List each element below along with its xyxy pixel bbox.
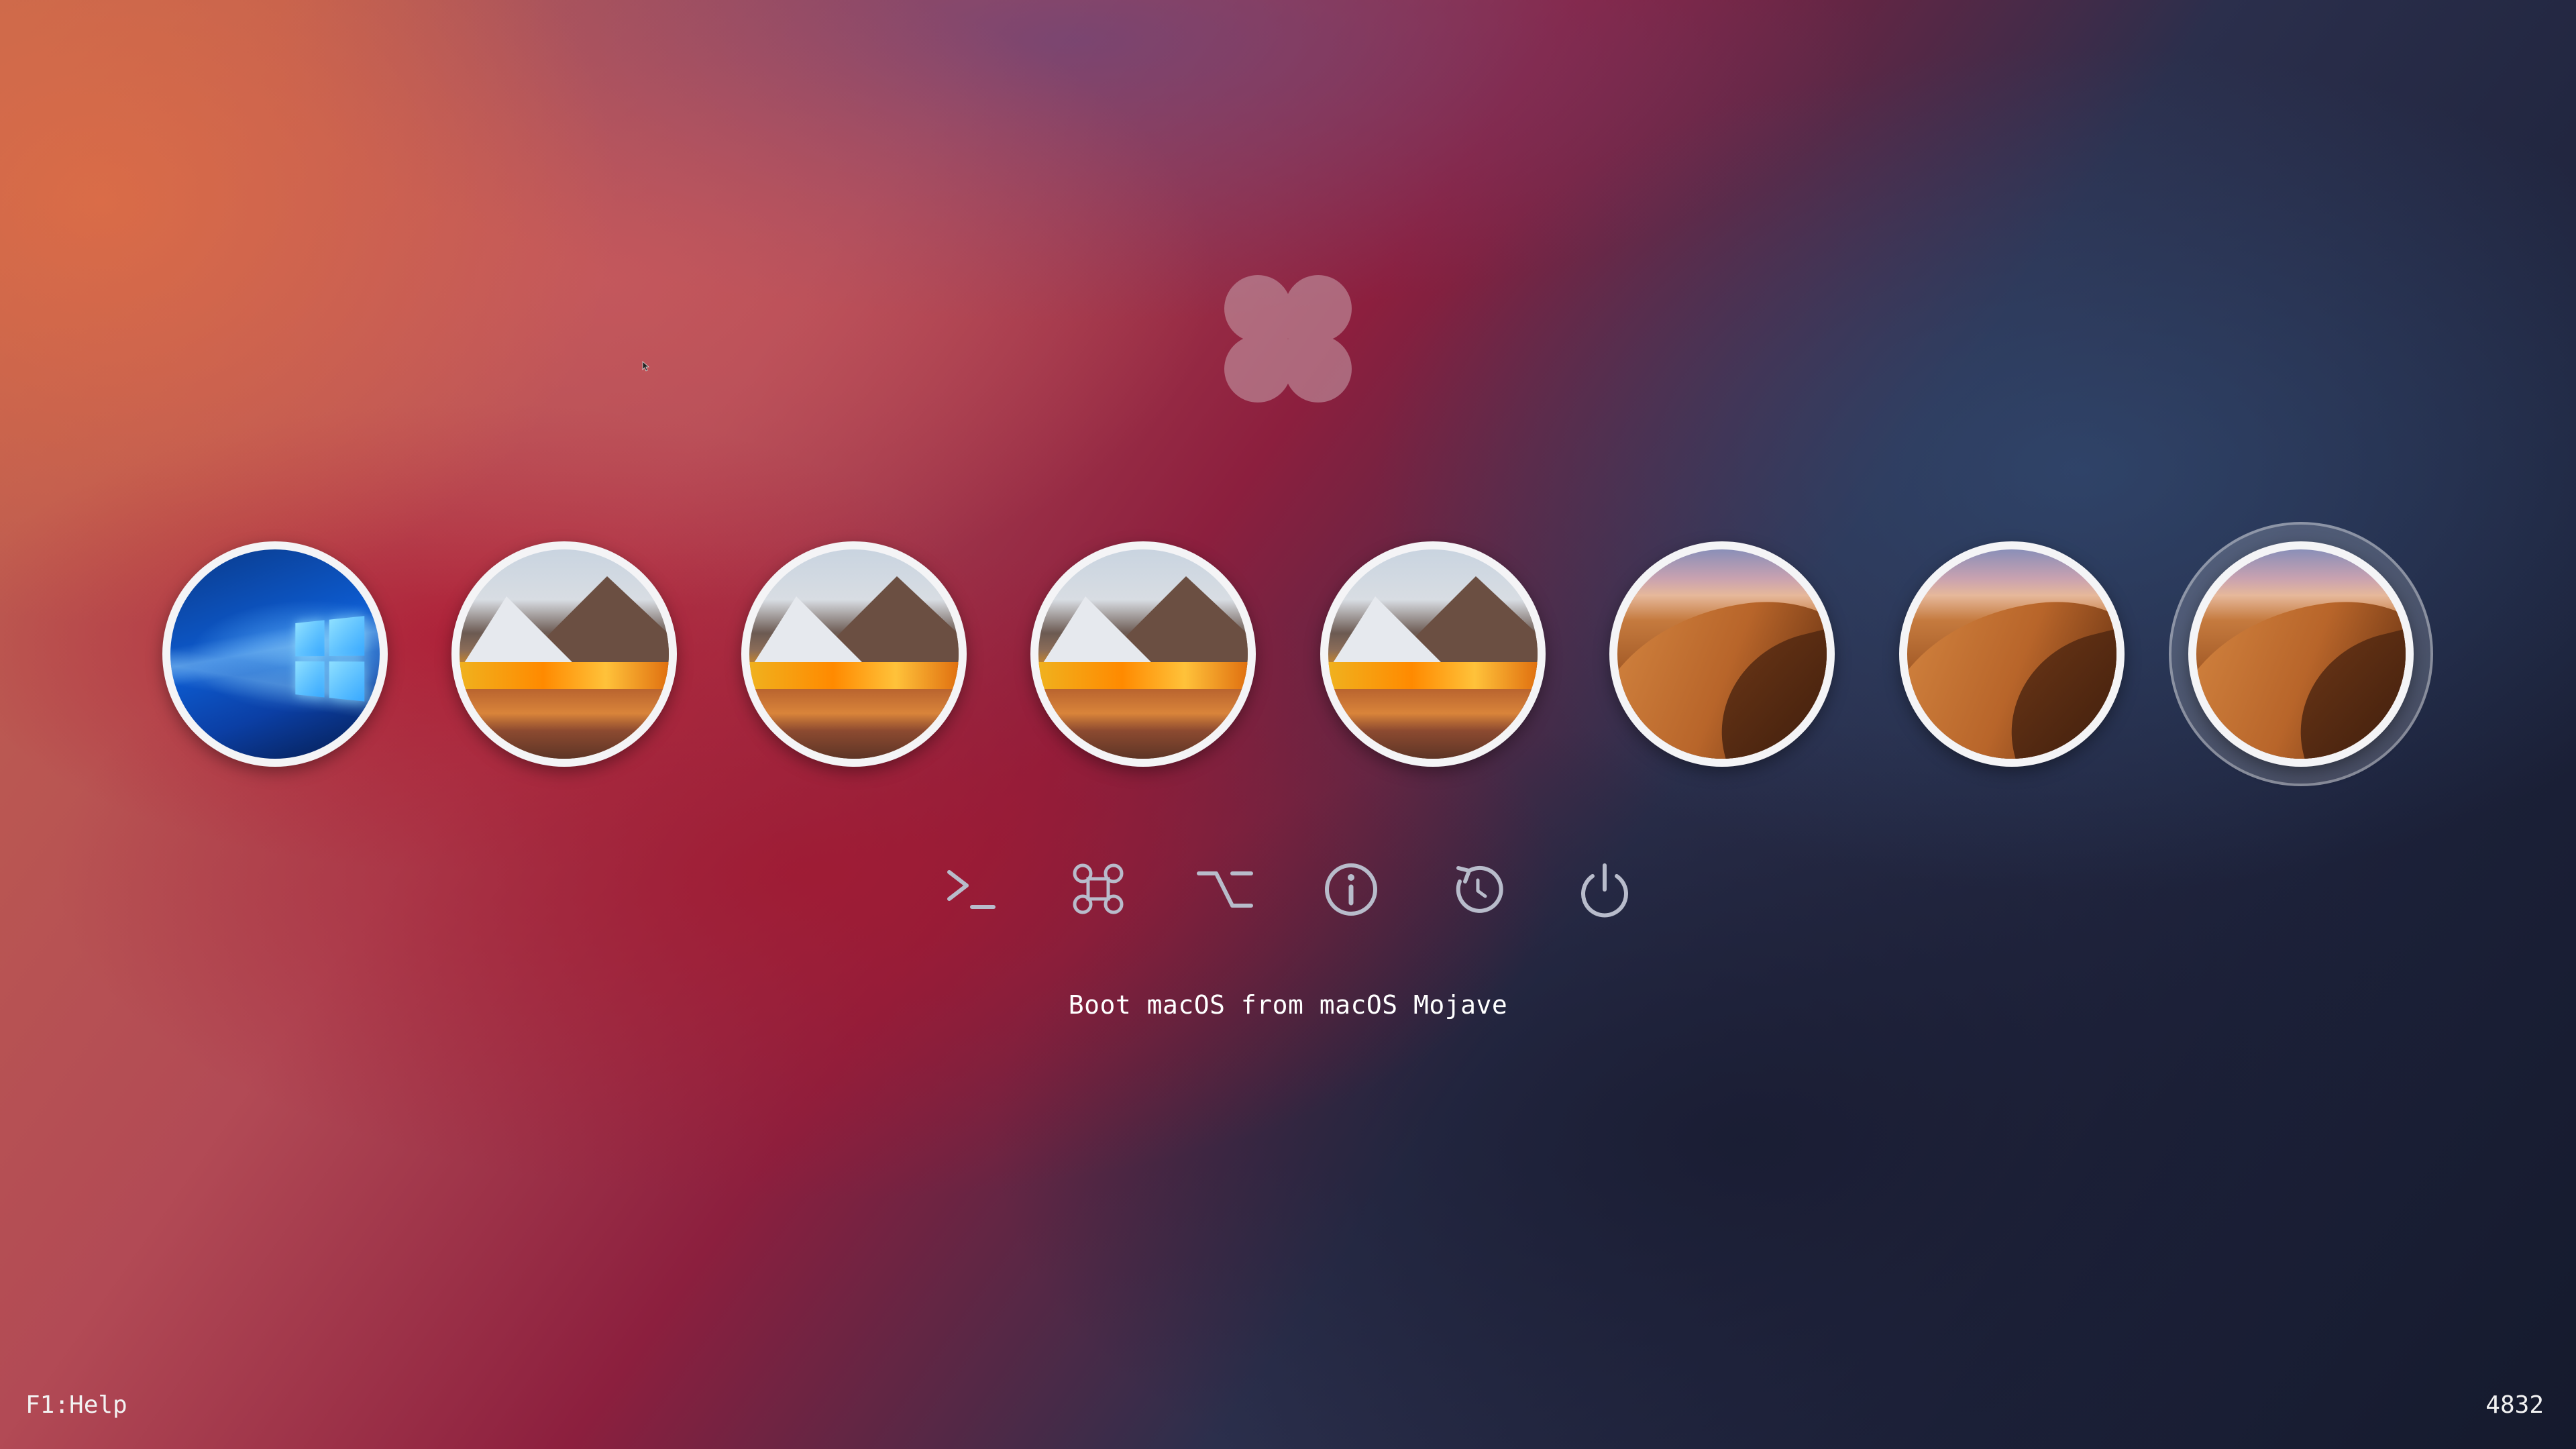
boot-entry-mojave-3-selected[interactable] (2169, 522, 2433, 786)
mojave-icon (1907, 549, 2116, 759)
boot-entry-high-sierra-4[interactable] (1316, 537, 1550, 771)
mojave-icon (1617, 549, 1827, 759)
boot-entry-mojave-2[interactable] (1894, 537, 2129, 771)
command-key-button[interactable] (1061, 857, 1135, 922)
option-key-button[interactable] (1188, 857, 1262, 922)
shutdown-button[interactable] (1568, 857, 1642, 922)
clover-leaf (1224, 335, 1291, 402)
high-sierra-icon (1328, 549, 1538, 759)
high-sierra-icon (1038, 549, 1248, 759)
shell-button[interactable] (934, 857, 1008, 922)
info-icon (1325, 863, 1377, 916)
option-key-icon (1197, 871, 1253, 908)
boot-entry-high-sierra-1[interactable] (447, 537, 682, 771)
boot-entry-high-sierra-2[interactable] (737, 537, 971, 771)
timeout-counter: 4832 (2485, 1391, 2544, 1419)
selected-entry-label: Boot macOS from macOS Mojave (1068, 990, 1508, 1020)
shell-prompt-icon (947, 870, 996, 909)
boot-entry-list (0, 522, 2576, 792)
windows-logo-icon (295, 616, 366, 703)
command-key-icon (1073, 863, 1124, 914)
mouse-cursor-icon (642, 361, 650, 372)
clover-leaf (1285, 335, 1352, 402)
clover-leaf (1224, 275, 1291, 342)
windows-10-icon (170, 549, 380, 759)
mojave-icon (2196, 549, 2406, 759)
help-hint: F1:Help (25, 1391, 127, 1419)
about-button[interactable] (1314, 857, 1388, 922)
high-sierra-icon (460, 549, 669, 759)
tool-bar (0, 857, 2576, 931)
boot-entry-high-sierra-3[interactable] (1026, 537, 1260, 771)
clover-leaf (1285, 275, 1352, 342)
boot-entry-mojave-1[interactable] (1605, 537, 1839, 771)
clover-icon (1224, 275, 1352, 402)
high-sierra-icon (749, 549, 959, 759)
boot-entry-windows[interactable] (158, 537, 392, 771)
power-icon (1581, 863, 1628, 918)
reset-nvram-button[interactable] (1441, 857, 1515, 922)
reset-nvram-icon (1456, 865, 1503, 913)
